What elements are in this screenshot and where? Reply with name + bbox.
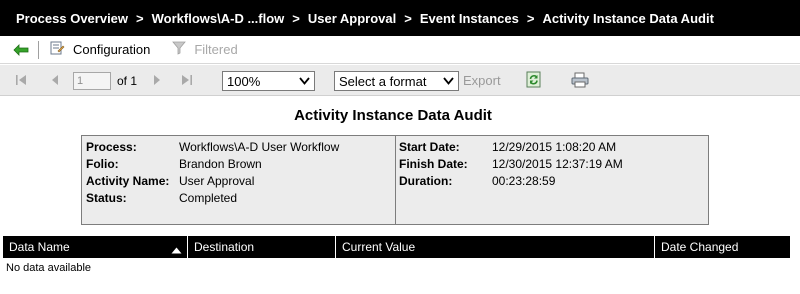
breadcrumb-separator: > xyxy=(526,10,535,26)
refresh-icon[interactable] xyxy=(526,71,542,88)
breadcrumb-separator: > xyxy=(292,10,300,26)
summary-panel: Process: Workflows\A-D User Workflow Fol… xyxy=(81,135,709,225)
column-header-data-name[interactable]: Data Name xyxy=(3,236,188,258)
toolbar-divider xyxy=(38,40,39,59)
table-header-row: Data Name Destination Current Value Date… xyxy=(3,236,790,258)
sort-ascending-icon xyxy=(171,243,182,257)
activity-name-value: User Approval xyxy=(179,174,255,188)
export-format-value: Select a format xyxy=(339,73,427,89)
column-header-label: Destination xyxy=(194,240,255,254)
main-toolbar: Configuration Filtered xyxy=(0,36,800,64)
activity-name-label: Activity Name: xyxy=(86,174,170,188)
start-date-value: 12/29/2015 1:08:20 AM xyxy=(492,140,617,154)
process-value: Workflows\A-D User Workflow xyxy=(179,140,340,154)
export-button[interactable]: Export xyxy=(463,73,501,88)
breadcrumb-process-overview[interactable]: Process Overview xyxy=(16,11,128,26)
column-header-label: Current Value xyxy=(342,240,416,254)
filter-icon xyxy=(172,41,187,58)
breadcrumb-workflow[interactable]: Workflows\A-D ...flow xyxy=(152,11,285,26)
breadcrumb-user-approval[interactable]: User Approval xyxy=(308,11,396,26)
last-page-icon[interactable] xyxy=(180,73,194,87)
start-date-label: Start Date: xyxy=(399,140,460,154)
duration-label: Duration: xyxy=(399,174,453,188)
chevron-down-icon xyxy=(442,75,455,90)
empty-table-message: No data available xyxy=(6,262,92,274)
zoom-value: 100% xyxy=(227,73,261,89)
configuration-icon xyxy=(49,40,65,59)
column-header-destination[interactable]: Destination xyxy=(188,236,336,258)
export-format-select[interactable]: Select a format xyxy=(334,71,459,91)
report-title: Activity Instance Data Audit xyxy=(294,107,492,124)
column-header-current-value[interactable]: Current Value xyxy=(336,236,655,258)
next-page-icon[interactable] xyxy=(150,73,164,87)
breadcrumb: Process Overview > Workflows\A-D ...flow… xyxy=(0,0,800,36)
previous-page-icon[interactable] xyxy=(48,73,62,87)
folio-value: Brandon Brown xyxy=(179,157,262,171)
status-label: Status: xyxy=(86,191,127,205)
data-audit-table: Data Name Destination Current Value Date… xyxy=(3,236,790,258)
finish-date-label: Finish Date: xyxy=(399,157,468,171)
print-icon[interactable] xyxy=(571,72,589,88)
finish-date-value: 12/30/2015 12:37:19 AM xyxy=(492,157,623,171)
configuration-label: Configuration xyxy=(73,42,151,57)
first-page-icon[interactable] xyxy=(14,73,28,87)
breadcrumb-event-instances[interactable]: Event Instances xyxy=(420,11,519,26)
summary-right-column: Start Date: 12/29/2015 1:08:20 AM Finish… xyxy=(396,136,708,224)
breadcrumb-separator: > xyxy=(404,10,412,26)
chevron-down-icon xyxy=(298,75,311,90)
configuration-button[interactable]: Configuration xyxy=(49,40,150,59)
breadcrumb-separator: > xyxy=(136,10,144,26)
back-arrow-icon[interactable] xyxy=(12,41,30,59)
filtered-button[interactable]: Filtered xyxy=(172,41,238,58)
column-header-label: Data Name xyxy=(9,240,70,254)
folio-label: Folio: xyxy=(86,157,119,171)
process-label: Process: xyxy=(86,140,137,154)
breadcrumb-current-page: Activity Instance Data Audit xyxy=(542,10,714,26)
zoom-select[interactable]: 100% xyxy=(222,71,315,91)
status-value: Completed xyxy=(179,191,238,205)
column-header-label: Date Changed xyxy=(661,240,739,254)
duration-value: 00:23:28:59 xyxy=(492,174,556,188)
summary-left-column: Process: Workflows\A-D User Workflow Fol… xyxy=(82,136,396,224)
page-count-label: of 1 xyxy=(117,74,138,88)
page-number-input[interactable]: 1 xyxy=(73,72,111,90)
report-viewer-toolbar: 1 of 1 100% Select a format Export xyxy=(0,65,800,96)
filtered-label: Filtered xyxy=(194,42,238,57)
column-header-date-changed[interactable]: Date Changed xyxy=(655,236,790,258)
